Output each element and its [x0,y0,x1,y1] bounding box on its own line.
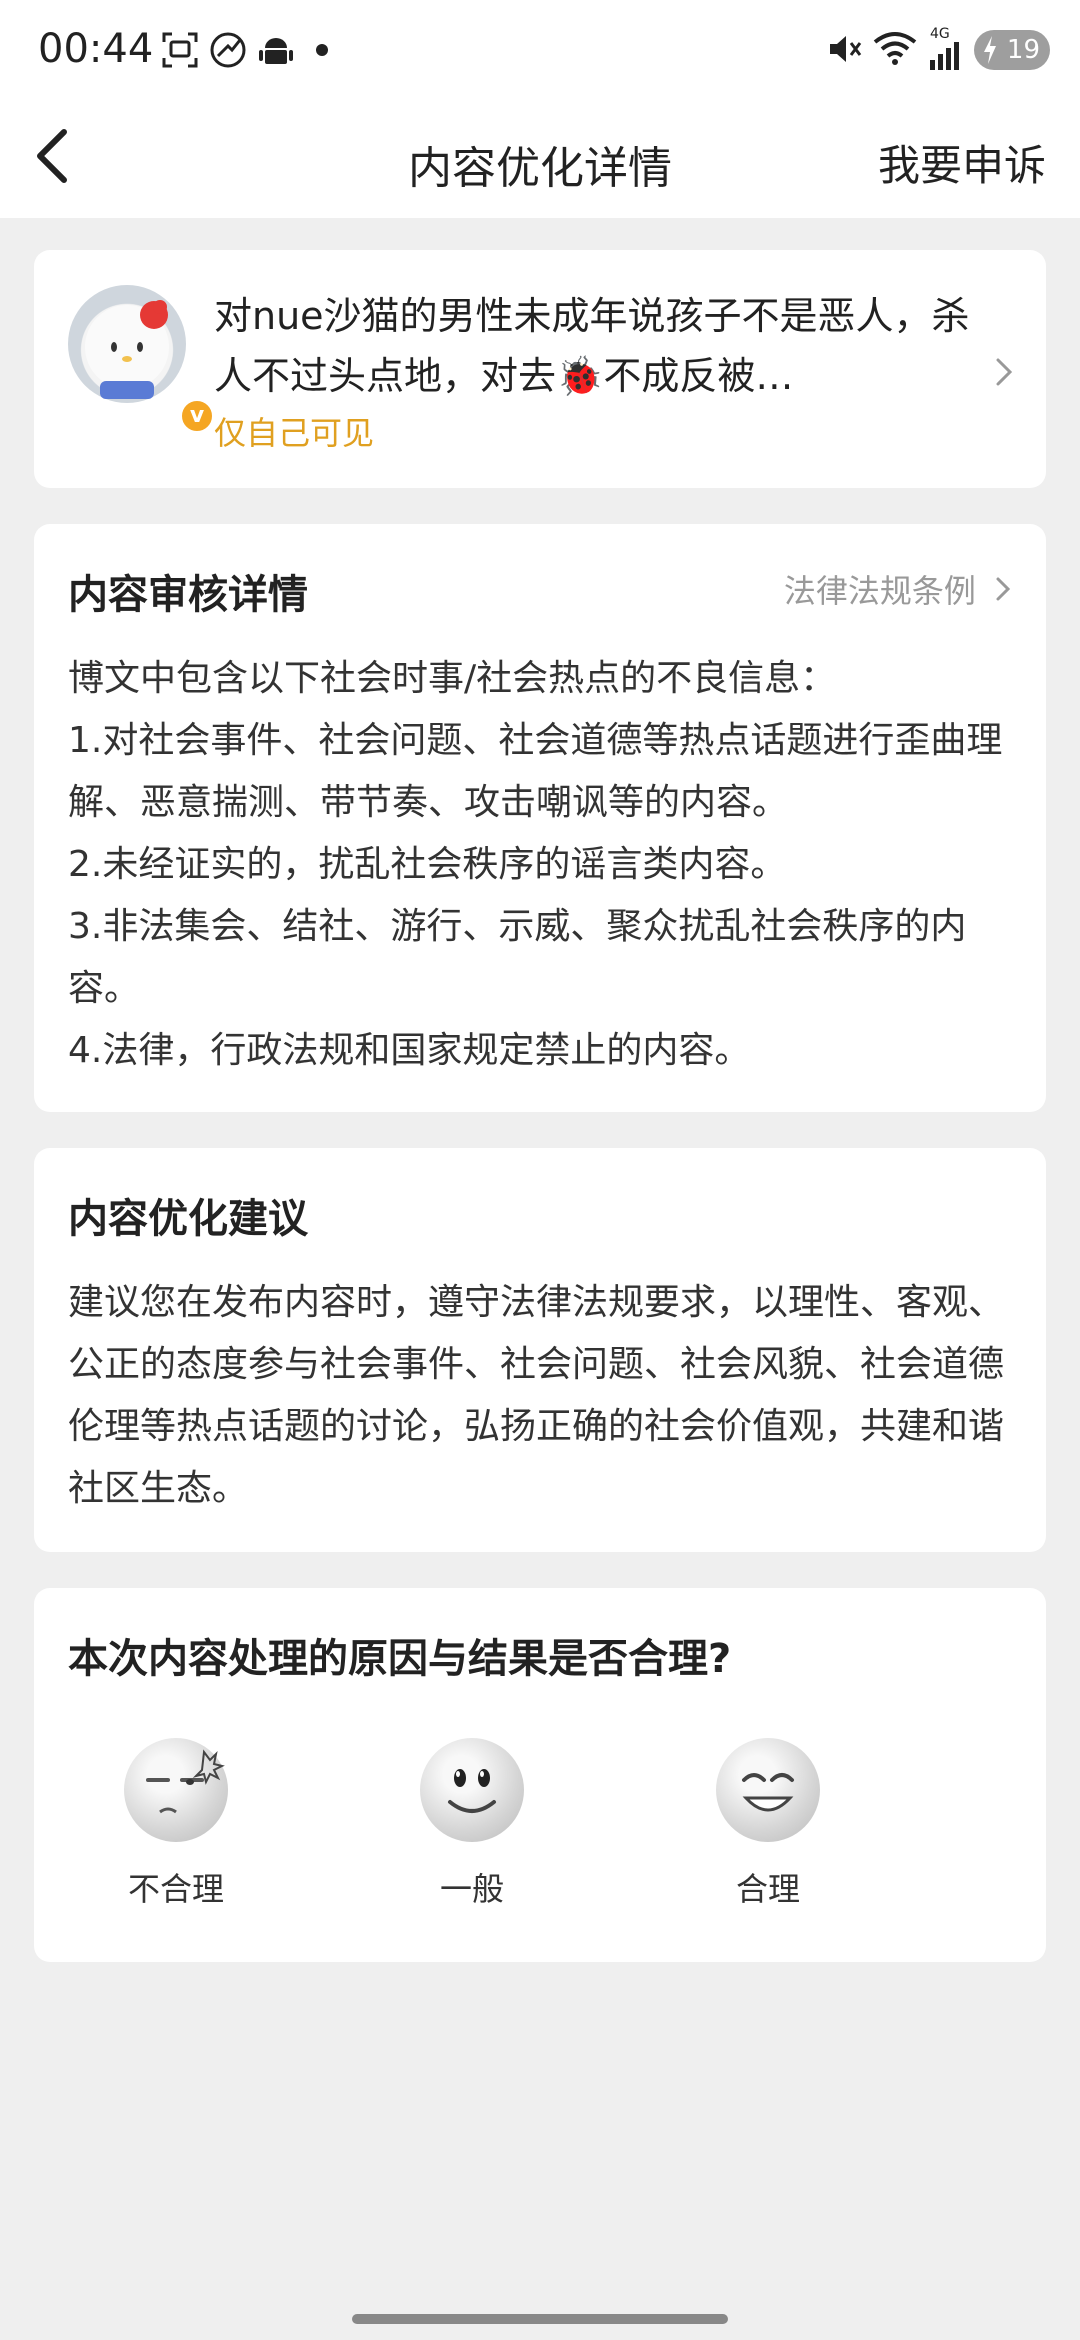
post-text: 对nue沙猫的男性未成年说孩子不是恶人，杀人不过头点地，对去🐞不成反被… [214,294,970,398]
rate-reasonable-button[interactable]: 合理 [668,1738,868,1910]
angry-face-icon [124,1738,228,1842]
suggestion-card: 内容优化建议 建议您在发布内容时，遵守法律法规要求，以理性、客观、公正的态度参与… [34,1148,1046,1552]
rate-unreasonable-button[interactable]: 不合理 [76,1738,276,1910]
law-link-label: 法律法规条例 [783,572,976,610]
appeal-button[interactable]: 我要申诉 [878,132,1046,193]
rate-neutral-button[interactable]: 一般 [372,1738,572,1910]
battery-level: 19 [1006,35,1040,65]
chevron-right-icon [996,358,1013,386]
chevron-right-icon [996,577,1011,601]
mute-icon [830,36,862,62]
feedback-question: 本次内容处理的原因与结果是否合理? [68,1636,732,1682]
nav-bar: 内容优化详情 我要申诉 [0,100,1080,218]
status-time: 00:44 [38,26,154,72]
signal-icon [930,42,959,70]
review-body: 博文中包含以下社会时事/社会热点的不良信息： 1.对社会事件、社会问题、社会道德… [68,648,1018,1082]
post-card[interactable]: v 对nue沙猫的男性未成年说孩子不是恶人，杀人不过头点地，对去🐞不成反被… 仅… [34,250,1046,488]
weibo-icon [210,32,246,68]
review-line: 2.未经证实的，扰乱社会秩序的谣言类内容。 [68,844,787,885]
happy-face-icon [716,1738,820,1842]
charging-icon [984,36,996,64]
neutral-face-icon [420,1738,524,1842]
battery-indicator: 19 [974,30,1050,70]
suggestion-body: 建议您在发布内容时，遵守法律法规要求，以理性、客观、公正的态度参与社会事件、社会… [68,1282,1005,1509]
avatar-image [85,300,169,399]
feedback-card: 本次内容处理的原因与结果是否合理? 不合理 一般 合理 [34,1588,1046,1962]
review-title: 内容审核详情 [68,572,308,618]
rate-label: 不合理 [127,1870,224,1908]
visibility-label: 仅自己可见 [214,414,375,452]
suggestion-title: 内容优化建议 [68,1196,308,1242]
rate-label: 一般 [439,1870,504,1908]
rate-label: 合理 [735,1870,800,1908]
screenshot-icon [162,32,198,68]
status-bar: 00:44 4G 19 [0,0,1080,100]
notification-dot [316,44,328,56]
review-line: 4.法律，行政法规和国家规定禁止的内容。 [68,1030,751,1071]
avatar: v [68,285,216,435]
home-indicator[interactable] [352,2314,728,2324]
wifi-icon [873,32,917,65]
android-icon [259,38,293,64]
review-line: 1.对社会事件、社会问题、社会道德等热点话题进行歪曲理解、恶意揣测、带节奏、攻击… [68,720,1003,823]
law-link[interactable]: 法律法规条例 [784,566,1012,612]
review-line: 博文中包含以下社会时事/社会热点的不良信息： [68,658,837,699]
review-line: 3.非法集会、结社、游行、示威、聚众扰乱社会秩序的内容。 [68,906,967,1009]
review-details-card: 内容审核详情 法律法规条例 博文中包含以下社会时事/社会热点的不良信息： 1.对… [34,524,1046,1112]
verified-badge: v [178,397,216,435]
